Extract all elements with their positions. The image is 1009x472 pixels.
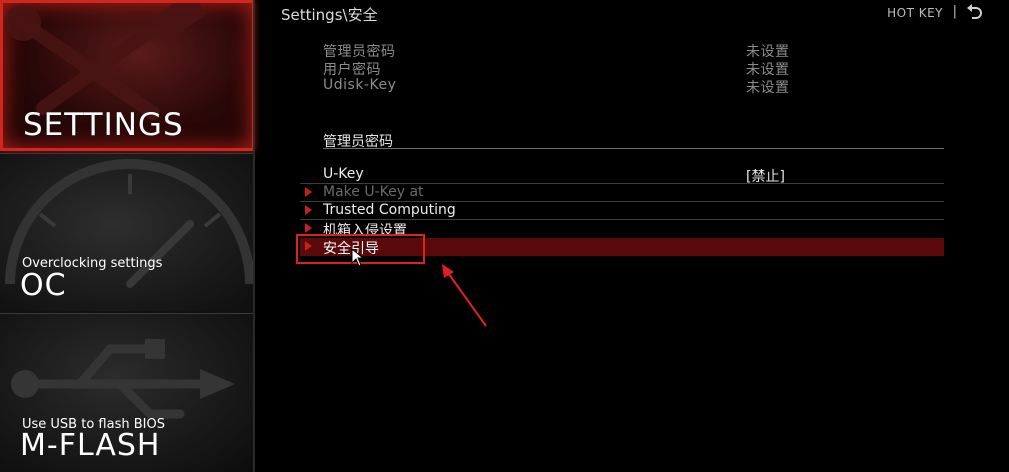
info-label: 管理员密码 — [323, 44, 396, 60]
settings-panel[interactable]: SETTINGS — [0, 0, 255, 151]
submenu-arrow-icon — [305, 187, 312, 197]
info-label: 用户密码 — [323, 62, 381, 78]
item-make-u-key[interactable]: Make U-Key at — [300, 184, 944, 202]
info-row-user-password: 用户密码 未设置 — [323, 59, 943, 79]
mflash-title: M-FLASH — [20, 428, 161, 463]
item-value: [禁止] — [746, 169, 785, 185]
back-arrow-icon[interactable] — [966, 3, 984, 21]
breadcrumb: Settings\安全 — [281, 6, 378, 24]
settings-title: SETTINGS — [23, 107, 184, 143]
oc-title: OC — [20, 268, 67, 303]
header-separator: | — [952, 4, 957, 19]
info-value: 未设置 — [746, 62, 790, 78]
info-row-admin-password: 管理员密码 未设置 — [323, 41, 943, 61]
sidebar: SETTINGS Overclocking settings OC Use US… — [0, 0, 255, 472]
submenu-arrow-icon — [305, 223, 312, 233]
mouse-cursor-icon — [351, 248, 365, 267]
submenu-arrow-icon — [305, 205, 312, 215]
hotkey-button[interactable]: HOT KEY — [887, 6, 943, 20]
info-value: 未设置 — [746, 80, 790, 96]
item-trusted-computing[interactable]: Trusted Computing — [300, 202, 944, 220]
item-label: Trusted Computing — [323, 202, 456, 218]
item-label: Make U-Key at — [323, 184, 424, 200]
info-row-udisk-key: Udisk-Key 未设置 — [323, 77, 943, 96]
oc-panel[interactable]: Overclocking settings OC — [0, 153, 255, 311]
section-divider — [323, 148, 944, 149]
mflash-panel[interactable]: Use USB to flash BIOS M-FLASH — [0, 313, 255, 472]
item-label: U-Key — [323, 166, 364, 182]
item-u-key[interactable]: U-Key [禁止] — [300, 166, 944, 185]
info-label: Udisk-Key — [323, 77, 397, 93]
annotation-arrow-icon — [442, 264, 487, 327]
sidebar-divider — [253, 0, 255, 472]
info-value: 未设置 — [746, 44, 790, 60]
